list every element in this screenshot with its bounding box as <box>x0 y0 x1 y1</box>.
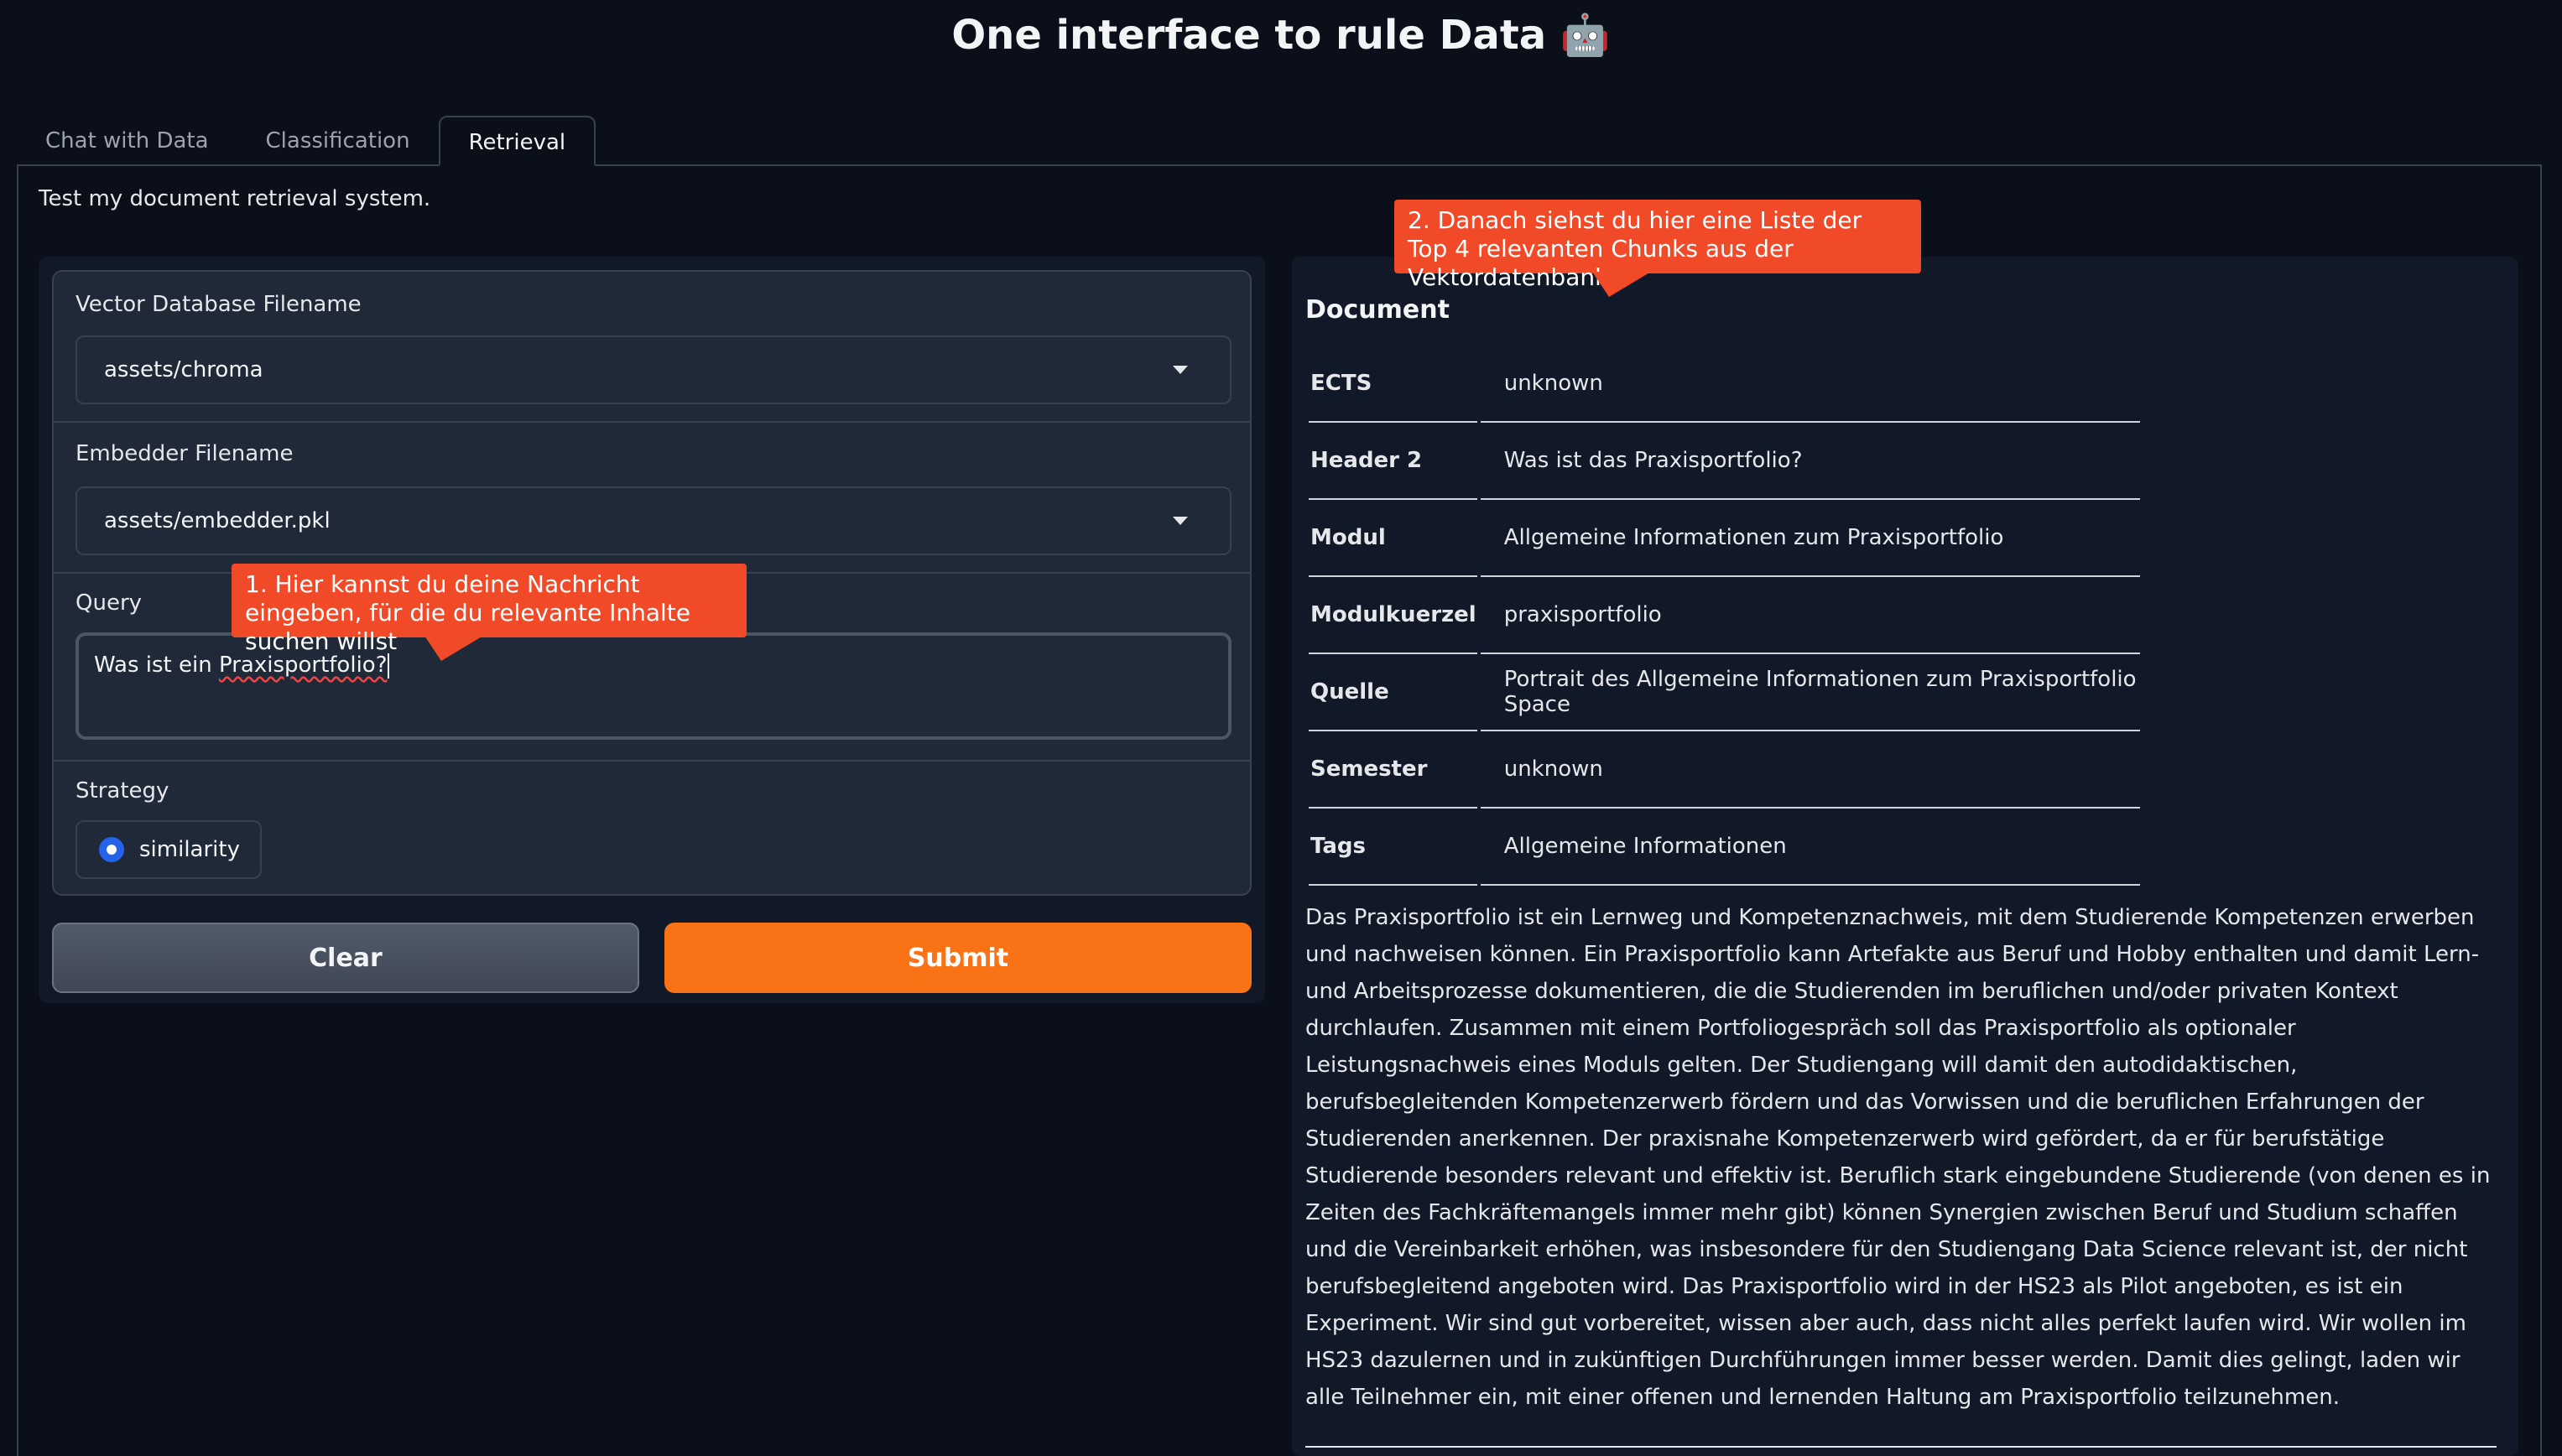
embedder-field: Embedder Filename assets/embedder.pkl <box>54 423 1250 574</box>
document-title: Document <box>1305 295 1450 325</box>
chevron-down-icon <box>1173 517 1188 525</box>
chevron-down-icon <box>1173 366 1188 374</box>
query-label: Query <box>76 590 143 616</box>
metadata-key: Modul <box>1309 500 1477 577</box>
table-row: Tags Allgemeine Informationen <box>1309 809 2140 886</box>
text-cursor <box>387 653 389 679</box>
metadata-key: Header 2 <box>1309 423 1477 500</box>
query-text-prefix: Was ist ein <box>94 653 219 678</box>
table-row: ECTS unknown <box>1309 346 2140 423</box>
retrieval-description: Test my document retrieval system. <box>39 186 431 211</box>
annotation-callout-query: 1. Hier kannst du deine Nachricht eingeb… <box>232 564 747 661</box>
vector-db-label: Vector Database Filename <box>76 292 362 317</box>
callout-pointer <box>424 636 483 661</box>
submit-button[interactable]: Submit <box>664 923 1252 993</box>
table-row: Header 2 Was ist das Praxisportfolio? <box>1309 423 2140 500</box>
callout-pointer <box>1592 272 1651 297</box>
table-row: Semester unknown <box>1309 731 2140 809</box>
query-text-misspelled: Praxisportfolio? <box>218 653 388 678</box>
metadata-key: ECTS <box>1309 346 1477 423</box>
tab-classification[interactable]: Classification <box>237 116 439 166</box>
radio-selected-icon <box>99 837 124 862</box>
metadata-value: unknown <box>1480 346 2140 423</box>
table-row: Modul Allgemeine Informationen zum Praxi… <box>1309 500 2140 577</box>
embedder-label: Embedder Filename <box>76 441 294 466</box>
annotation-callout-results: 2. Danach siehst du hier eine Liste der … <box>1394 200 1921 297</box>
document-body: Das Praxisportfolio ist ein Lernweg und … <box>1305 905 2491 1410</box>
metadata-value: praxisportfolio <box>1480 577 2140 654</box>
app-title: One interface to rule Data 🤖 <box>951 12 1611 59</box>
metadata-value: Portrait des Allgemeine Informationen zu… <box>1480 654 2140 731</box>
clear-button[interactable]: Clear <box>52 923 639 993</box>
strategy-label: Strategy <box>76 778 169 803</box>
strategy-option-label: similarity <box>139 837 240 862</box>
metadata-key: Semester <box>1309 731 1477 809</box>
metadata-value: Allgemeine Informationen zum Praxisportf… <box>1480 500 2140 577</box>
tab-bar: Chat with Data Classification Retrieval <box>17 116 596 166</box>
metadata-key: Quelle <box>1309 654 1477 731</box>
metadata-value: Allgemeine Informationen <box>1480 809 2140 886</box>
table-row: Modulkuerzel praxisportfolio <box>1309 577 2140 654</box>
table-row: Quelle Portrait des Allgemeine Informati… <box>1309 654 2140 731</box>
embedder-dropdown[interactable]: assets/embedder.pkl <box>76 486 1232 555</box>
vector-db-field: Vector Database Filename assets/chroma <box>54 272 1250 423</box>
strategy-radio-similarity[interactable]: similarity <box>76 820 262 879</box>
vector-db-value: assets/chroma <box>104 357 263 382</box>
metadata-value: unknown <box>1480 731 2140 809</box>
tab-retrieval[interactable]: Retrieval <box>438 116 596 166</box>
metadata-key: Modulkuerzel <box>1309 577 1477 654</box>
tab-chat-with-data[interactable]: Chat with Data <box>17 116 237 166</box>
metadata-value: Was ist das Praxisportfolio? <box>1480 423 2140 500</box>
divider <box>1305 1446 2497 1448</box>
document-metadata-table: ECTS unknown Header 2 Was ist das Praxis… <box>1305 346 2143 886</box>
metadata-key: Tags <box>1309 809 1477 886</box>
embedder-value: assets/embedder.pkl <box>104 508 331 533</box>
vector-db-dropdown[interactable]: assets/chroma <box>76 335 1232 404</box>
